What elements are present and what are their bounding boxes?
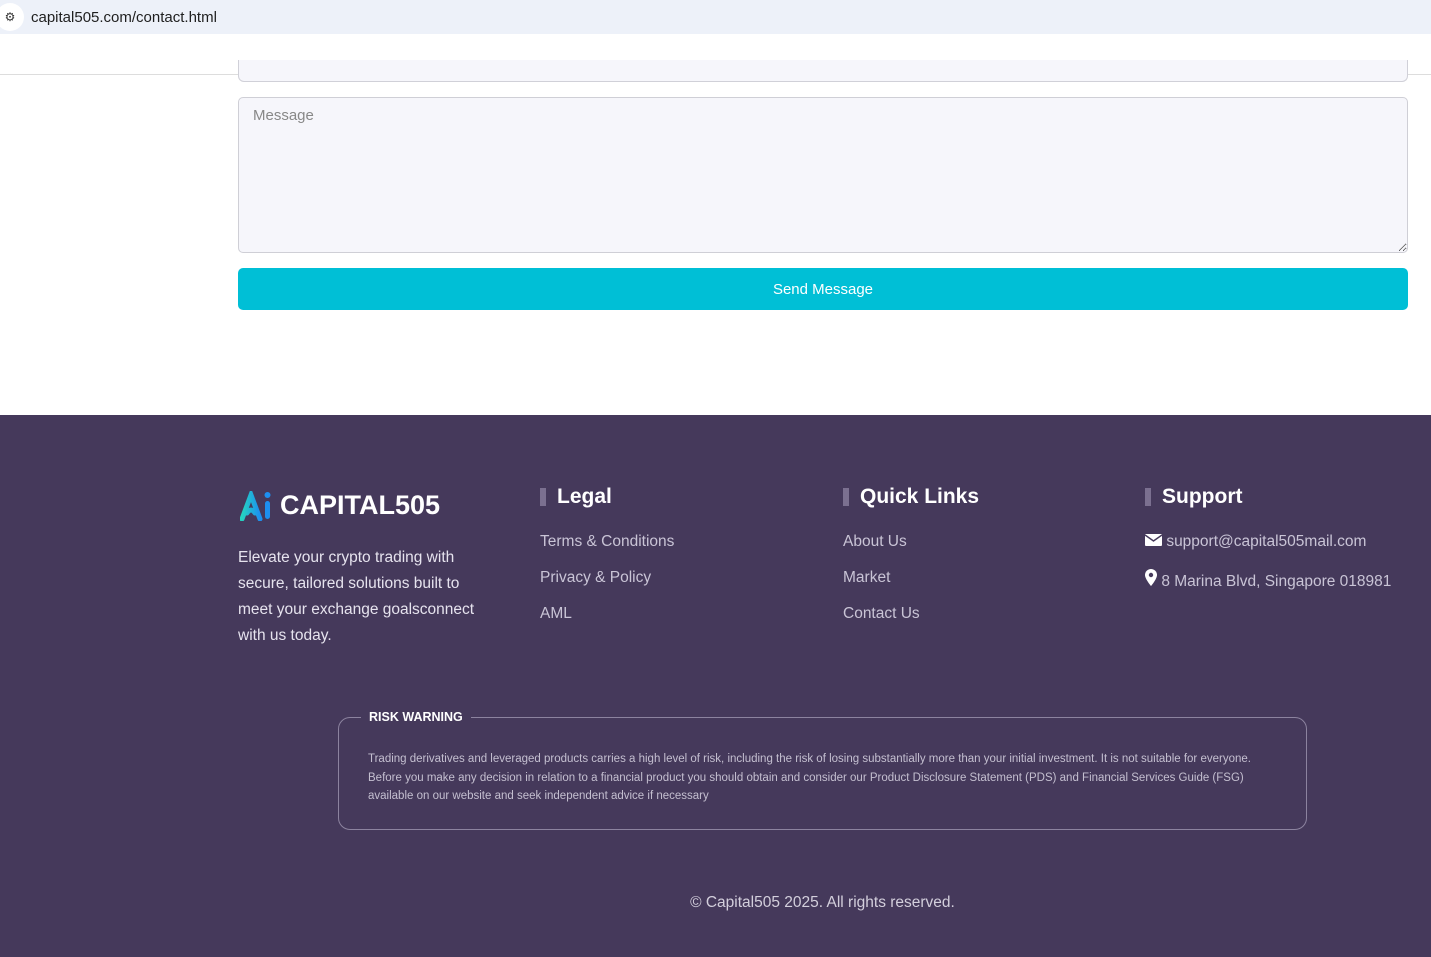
- copyright: © Capital505 2025. All rights reserved.: [690, 894, 955, 911]
- link-terms[interactable]: Terms & Conditions: [540, 533, 674, 552]
- quick-links-title: Quick Links: [843, 485, 979, 509]
- risk-warning-text: Trading derivatives and leveraged produc…: [368, 753, 1251, 802]
- support-email-link[interactable]: support@capital505mail.com: [1144, 533, 1391, 552]
- brand-name: CAPITAL505: [280, 490, 441, 520]
- address-bar[interactable]: ⚙ capital505.com/contact.html: [0, 0, 1431, 34]
- link-aml[interactable]: AML: [540, 605, 674, 624]
- site-settings-icon[interactable]: ⚙: [0, 3, 24, 31]
- risk-warning-box: RISK WARNING Trading derivatives and lev…: [338, 710, 1307, 830]
- previous-input-field[interactable]: [238, 60, 1408, 82]
- brand-logo[interactable]: CAPITAL505: [240, 490, 440, 521]
- map-pin-icon: [1145, 569, 1157, 586]
- url-text[interactable]: capital505.com/contact.html: [31, 9, 217, 26]
- about-text: Elevate your crypto trading with secure,…: [238, 549, 475, 644]
- footer: CAPITAL505 Elevate your crypto trading w…: [0, 415, 1431, 957]
- support-email: support@capital505mail.com: [1166, 533, 1367, 550]
- link-about[interactable]: About Us: [843, 533, 979, 552]
- link-contact[interactable]: Contact Us: [843, 605, 979, 624]
- envelope-icon: [1144, 534, 1163, 546]
- address-link[interactable]: 8 Marina Blvd, Singapore 018981: [1145, 569, 1392, 590]
- support-title: Support: [1145, 485, 1391, 509]
- send-message-button[interactable]: Send Message: [238, 268, 1408, 310]
- message-input[interactable]: [238, 97, 1408, 253]
- legal-column: Legal Terms & Conditions Privacy & Polic…: [540, 485, 674, 624]
- risk-warning-title: RISK WARNING: [361, 710, 471, 724]
- link-privacy[interactable]: Privacy & Policy: [540, 569, 674, 588]
- quick-links-column: Quick Links About Us Market Contact Us: [843, 485, 979, 624]
- support-column: Support support@capital505mail.com 8 Mar…: [1144, 485, 1392, 590]
- address-text: 8 Marina Blvd, Singapore 018981: [1161, 573, 1392, 590]
- logo-icon: [240, 490, 271, 521]
- legal-title: Legal: [540, 485, 674, 509]
- link-market[interactable]: Market: [843, 569, 979, 588]
